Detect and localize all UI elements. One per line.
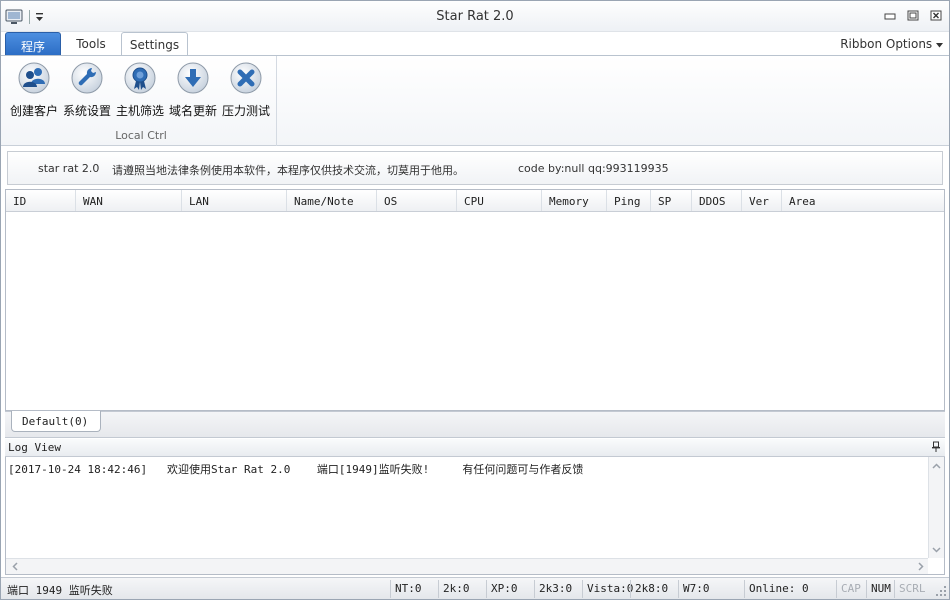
status-num-lock: NUM [866, 580, 894, 598]
maximize-button[interactable] [906, 9, 920, 22]
column-header-os[interactable]: OS [377, 190, 457, 211]
column-header-wan[interactable]: WAN [76, 190, 182, 211]
tab-default-group[interactable]: Default(0) [11, 411, 102, 432]
log-view[interactable]: [2017-10-24 18:42:46] 欢迎使用Star Rat 2.0 端… [5, 457, 945, 575]
column-header-sp[interactable]: SP [651, 190, 692, 211]
column-header-memory[interactable]: Memory [542, 190, 607, 211]
tab-program[interactable]: 程序 [5, 32, 61, 56]
chevron-right-icon [917, 562, 924, 571]
domain-update-button[interactable]: 域名更新 [166, 62, 220, 118]
status-message: 端口 1949 监听失败 [7, 584, 113, 597]
status-2k8-count: 2k8:0 [630, 580, 678, 598]
pin-icon[interactable] [931, 441, 941, 453]
tab-tools[interactable]: Tools [63, 32, 119, 56]
button-label: 主机筛选 [115, 104, 164, 118]
log-view-title: Log View [8, 441, 61, 454]
ribbon-tabs: 程序 Tools Settings Ribbon Options [1, 32, 949, 56]
status-nt-count: NT:0 [390, 580, 436, 598]
button-label: 创建客户 [9, 104, 58, 118]
column-header-ping[interactable]: Ping [607, 190, 651, 211]
column-header-name-note[interactable]: Name/Note [287, 190, 377, 211]
chevron-down-icon [936, 43, 943, 48]
button-label: 域名更新 [168, 104, 217, 118]
scroll-down-button[interactable] [929, 542, 944, 557]
scroll-right-button[interactable] [913, 559, 928, 574]
client-list[interactable]: ID WAN LAN Name/Note OS CPU Memory Ping … [5, 189, 945, 411]
ribbon-options-button[interactable]: Ribbon Options [840, 37, 943, 51]
info-bar: star rat 2.0 请遵照当地法律条例使用本软件，本程序仅供技术交流，切莫… [7, 151, 943, 185]
status-online-count: Online: 0 [744, 580, 834, 598]
ribbon-options-label: Ribbon Options [840, 37, 933, 51]
status-caps-lock: CAP [836, 580, 864, 598]
resize-grip-icon[interactable] [935, 585, 947, 597]
column-header-lan[interactable]: LAN [182, 190, 287, 211]
log-horizontal-scrollbar[interactable] [6, 558, 928, 574]
list-header: ID WAN LAN Name/Note OS CPU Memory Ping … [6, 190, 944, 212]
stress-test-button[interactable]: 压力测试 [219, 62, 273, 118]
status-bar: 端口 1949 监听失败 NT:0 2k:0 XP:0 2k3:0 Vista:… [1, 577, 949, 599]
window-controls [883, 9, 943, 22]
minimize-button[interactable] [883, 9, 897, 22]
status-scroll-lock: SCRL [894, 580, 930, 598]
ribbon-group-local-ctrl: 创建客户 系统设置 主机筛选 域名更新 压力测试 Local Ctrl [5, 56, 277, 146]
log-vertical-scrollbar[interactable] [928, 457, 944, 558]
close-icon [930, 10, 942, 21]
maximize-icon [907, 10, 919, 21]
host-filter-button[interactable]: 主机筛选 [113, 62, 167, 118]
system-settings-button[interactable]: 系统设置 [60, 62, 114, 118]
status-2k-count: 2k:0 [438, 580, 484, 598]
app-window: Star Rat 2.0 程序 Tools Settings Ribbon Op… [0, 0, 950, 600]
status-xp-count: XP:0 [486, 580, 532, 598]
scroll-left-button[interactable] [7, 559, 22, 574]
group-tab-strip: Default(0) [5, 411, 945, 438]
ribbon-group-label: Local Ctrl [115, 129, 167, 142]
column-header-area[interactable]: Area [782, 190, 944, 211]
column-header-ver[interactable]: Ver [742, 190, 782, 211]
chevron-up-icon [932, 462, 941, 469]
log-view-header: Log View [5, 439, 945, 457]
close-x-icon [230, 62, 262, 94]
wrench-icon [71, 62, 103, 94]
ribbon-panel: 创建客户 系统设置 主机筛选 域名更新 压力测试 Local Ctrl [1, 55, 949, 146]
close-button[interactable] [929, 9, 943, 22]
status-w7-count: W7:0 [678, 580, 742, 598]
create-client-button[interactable]: 创建客户 [7, 62, 61, 118]
log-entry: [2017-10-24 18:42:46] 欢迎使用Star Rat 2.0 端… [8, 463, 584, 476]
status-vista-count: Vista:0 [582, 580, 633, 598]
download-icon [177, 62, 209, 94]
column-header-id[interactable]: ID [6, 190, 76, 211]
tab-settings[interactable]: Settings [121, 32, 188, 56]
author-text: code by:null qq:993119935 [518, 162, 669, 175]
chevron-left-icon [11, 562, 18, 571]
users-icon [18, 62, 50, 94]
column-header-ddos[interactable]: DDOS [692, 190, 742, 211]
minimize-icon [884, 13, 896, 19]
window-title: Star Rat 2.0 [436, 9, 514, 24]
button-label: 系统设置 [62, 104, 111, 118]
title-bar: Star Rat 2.0 [1, 1, 949, 32]
scroll-up-button[interactable] [929, 458, 944, 473]
button-label: 压力测试 [221, 104, 270, 118]
legal-notice-text: 请遵照当地法律条例使用本软件，本程序仅供技术交流，切莫用于他用。 [112, 164, 464, 177]
version-text: star rat 2.0 [38, 162, 100, 175]
chevron-down-icon [932, 546, 941, 553]
status-2k3-count: 2k3:0 [534, 580, 580, 598]
column-header-cpu[interactable]: CPU [457, 190, 542, 211]
award-icon [124, 62, 156, 94]
